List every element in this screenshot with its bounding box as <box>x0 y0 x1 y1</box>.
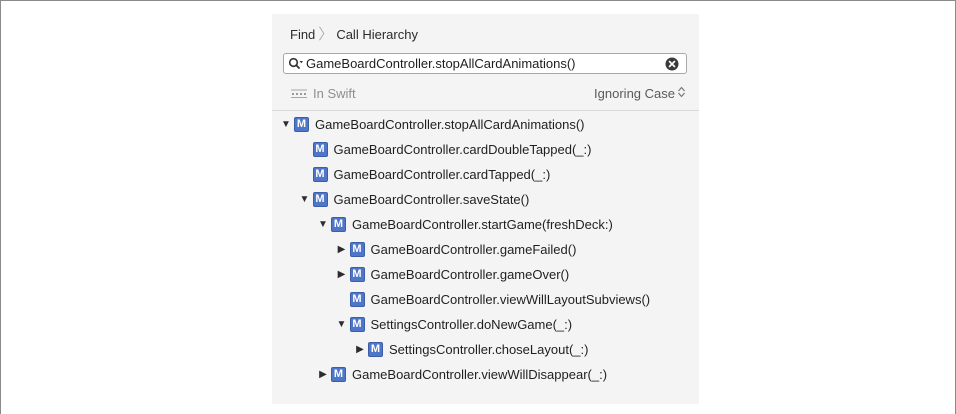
scope-icon <box>290 87 308 99</box>
breadcrumb-separator-icon: 〉 <box>318 25 334 43</box>
breadcrumb-call-hierarchy[interactable]: Call Hierarchy <box>336 27 418 42</box>
disclosure-collapsed-icon[interactable]: ▶ <box>336 238 348 260</box>
method-icon: M <box>312 141 328 157</box>
case-sensitivity-label: Ignoring Case <box>594 85 675 101</box>
call-hierarchy-row-label: GameBoardController.cardDoubleTapped(_:) <box>333 141 592 157</box>
method-icon: M <box>312 191 328 207</box>
call-hierarchy-row-label: SettingsController.choseLayout(_:) <box>389 341 589 357</box>
call-hierarchy-row-label: SettingsController.doNewGame(_:) <box>370 316 573 332</box>
call-hierarchy-row[interactable]: ▶ M GameBoardController.gameOver() <box>336 263 570 285</box>
method-icon: M <box>312 166 328 182</box>
call-hierarchy-row[interactable]: M GameBoardController.cardTapped(_:) <box>299 163 551 185</box>
method-icon: M <box>331 216 346 232</box>
call-hierarchy-row-label: GameBoardController.viewWillDisappear(_:… <box>352 366 608 382</box>
call-hierarchy-row[interactable]: ▶ M GameBoardController.gameFailed() <box>336 238 577 260</box>
disclosure-expanded-icon[interactable]: ▼ <box>336 313 348 335</box>
window-frame-top <box>0 0 956 1</box>
call-hierarchy-row[interactable]: ▶ M GameBoardController.viewWillDisappear(… <box>317 363 607 385</box>
disclosure-collapsed-icon[interactable]: ▶ <box>354 338 366 360</box>
up-down-arrows-icon <box>677 86 686 101</box>
method-icon: M <box>349 291 365 307</box>
scope-label[interactable]: In Swift <box>313 86 356 101</box>
search-options-row: In Swift Ignoring Case <box>290 84 686 102</box>
call-hierarchy-row-label: GameBoardController.stopAllCardAnimation… <box>315 116 585 132</box>
call-hierarchy-row-label: GameBoardController.gameOver() <box>370 266 570 282</box>
method-icon: M <box>331 366 346 382</box>
search-input[interactable] <box>304 55 665 72</box>
search-field[interactable] <box>283 53 687 74</box>
method-icon: M <box>349 241 365 257</box>
find-navigator-panel: Find 〉 Call Hierarchy GameBoardControlle… <box>272 14 699 404</box>
case-sensitivity-menu[interactable]: Ignoring Case <box>594 86 686 101</box>
disclosure-expanded-icon[interactable]: ▼ <box>299 188 311 210</box>
call-hierarchy-row[interactable]: M GameBoardController.cardDoubleTapped(_:… <box>299 138 592 160</box>
call-hierarchy-row[interactable]: ▼ M GameBoardController.stopAllCardAnimati… <box>280 113 585 135</box>
call-hierarchy-row-label: GameBoardController.startGame(freshDeck:… <box>352 216 613 232</box>
method-icon: M <box>294 116 309 132</box>
call-hierarchy-row-label: GameBoardController.viewWillLayoutSubvie… <box>370 291 651 307</box>
call-hierarchy-row[interactable]: ▼ M SettingsController.doNewGame(_:) <box>336 313 573 335</box>
call-hierarchy-row-label: GameBoardController.gameFailed() <box>370 241 577 257</box>
breadcrumb-find[interactable]: Find <box>290 27 315 42</box>
disclosure-collapsed-icon[interactable]: ▶ <box>336 263 348 285</box>
disclosure-expanded-icon[interactable]: ▼ <box>280 113 292 135</box>
disclosure-collapsed-icon[interactable]: ▶ <box>317 363 329 385</box>
method-icon: M <box>368 341 383 357</box>
call-hierarchy-row[interactable]: ▼ M GameBoardController.saveState() <box>299 188 530 210</box>
window-frame-left <box>0 0 1 414</box>
clear-search-icon[interactable] <box>665 57 679 71</box>
call-hierarchy-row-label: GameBoardController.cardTapped(_:) <box>333 166 551 182</box>
call-hierarchy-row[interactable]: M GameBoardController.viewWillLayoutSubvi… <box>336 288 651 310</box>
call-hierarchy-row[interactable]: ▼ M GameBoardController.startGame(freshDec… <box>317 213 613 235</box>
divider <box>272 110 699 111</box>
call-hierarchy-row-label: GameBoardController.saveState() <box>333 191 530 207</box>
call-hierarchy-row[interactable]: ▶ M SettingsController.choseLayout(_:) <box>354 338 588 360</box>
method-icon: M <box>349 266 365 282</box>
disclosure-expanded-icon[interactable]: ▼ <box>317 213 329 235</box>
search-options-icon[interactable] <box>288 56 304 72</box>
breadcrumb: Find 〉 Call Hierarchy <box>290 24 418 44</box>
method-icon: M <box>349 316 365 332</box>
